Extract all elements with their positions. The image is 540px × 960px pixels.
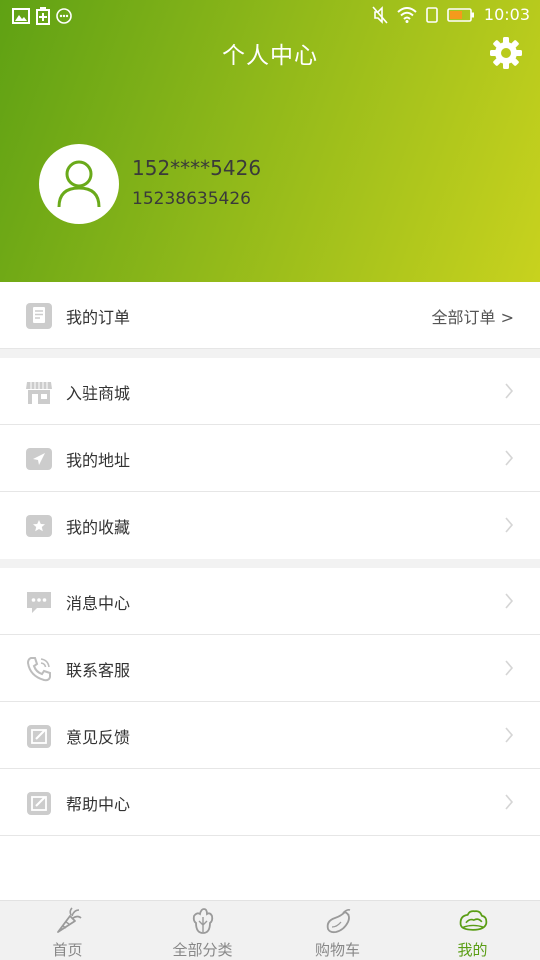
leafy-icon [459, 910, 487, 931]
menu-item-label: 入驻商城 [66, 384, 131, 403]
menu-item-feedback[interactable]: 意见反馈 [0, 702, 540, 769]
battery-saver-icon [36, 7, 50, 25]
menu-item-label: 我的地址 [66, 451, 131, 470]
menu-item-label: 帮助中心 [66, 795, 131, 814]
help-icon [27, 792, 51, 815]
bottom-tab-bar: 首页 全部分类 购物车 我的 [0, 900, 540, 960]
profile-header: 10:03 个人中心 152****5426 15238635426 [0, 0, 540, 282]
my-orders-row[interactable]: 我的订单 全部订单 > [0, 282, 540, 349]
user-icon [57, 160, 101, 208]
settings-gear-icon[interactable] [489, 36, 523, 70]
menu-item-favorites[interactable]: 我的收藏 [0, 492, 540, 559]
phone-icon [26, 657, 51, 682]
eggplant-icon [326, 909, 350, 934]
feedback-icon [27, 725, 51, 748]
menu-item-label: 意见反馈 [66, 728, 131, 747]
image-icon [12, 8, 30, 24]
location-arrow-icon [26, 448, 52, 470]
menu-item-messages[interactable]: 消息中心 [0, 568, 540, 635]
battery-icon [447, 7, 474, 22]
status-bar: 10:03 [0, 0, 540, 32]
chevron-right-icon [505, 794, 514, 810]
more-dots-icon [56, 8, 72, 24]
chevron-right-icon [505, 517, 514, 533]
user-phone: 15238635426 [132, 189, 251, 209]
menu-list: 我的订单 全部订单 > 入驻商城 我的地址 我的收藏 消息中心 联系客服 意见反… [0, 282, 540, 836]
mute-icon [372, 5, 388, 24]
status-time: 10:03 [483, 5, 530, 24]
chevron-right-icon [505, 727, 514, 743]
user-name: 152****5426 [132, 156, 262, 180]
cabbage-icon [192, 908, 213, 934]
menu-item-help-center[interactable]: 帮助中心 [0, 769, 540, 836]
star-icon [26, 515, 52, 537]
carrot-icon [56, 907, 82, 933]
chevron-right-icon [505, 383, 514, 399]
chevron-right-icon [505, 660, 514, 676]
avatar[interactable] [39, 144, 119, 224]
menu-item-customer-service[interactable]: 联系客服 [0, 635, 540, 702]
tab-label: 我的 [457, 941, 488, 959]
message-icon [27, 592, 51, 613]
menu-item-label: 联系客服 [66, 661, 131, 680]
all-orders-link[interactable]: 全部订单 > [432, 304, 515, 328]
my-orders-label: 我的订单 [66, 308, 131, 327]
menu-item-join-mall[interactable]: 入驻商城 [0, 358, 540, 425]
tab-label: 首页 [52, 941, 83, 959]
tab-label: 购物车 [314, 941, 360, 959]
tab-mine[interactable]: 我的 [405, 901, 540, 960]
sim-icon [426, 6, 438, 23]
orders-icon [26, 303, 52, 329]
section-divider [0, 349, 540, 358]
tab-categories[interactable]: 全部分类 [135, 901, 270, 960]
tab-cart[interactable]: 购物车 [270, 901, 405, 960]
menu-item-label: 我的收藏 [66, 518, 131, 537]
chevron-right-icon [505, 593, 514, 609]
section-divider [0, 559, 540, 568]
tab-home[interactable]: 首页 [0, 901, 135, 960]
menu-item-my-address[interactable]: 我的地址 [0, 425, 540, 492]
wifi-icon [397, 6, 417, 23]
menu-item-label: 消息中心 [66, 594, 131, 613]
tab-label: 全部分类 [172, 941, 233, 959]
page-title: 个人中心 [222, 43, 318, 69]
chevron-right-icon [505, 450, 514, 466]
store-icon [26, 382, 52, 404]
